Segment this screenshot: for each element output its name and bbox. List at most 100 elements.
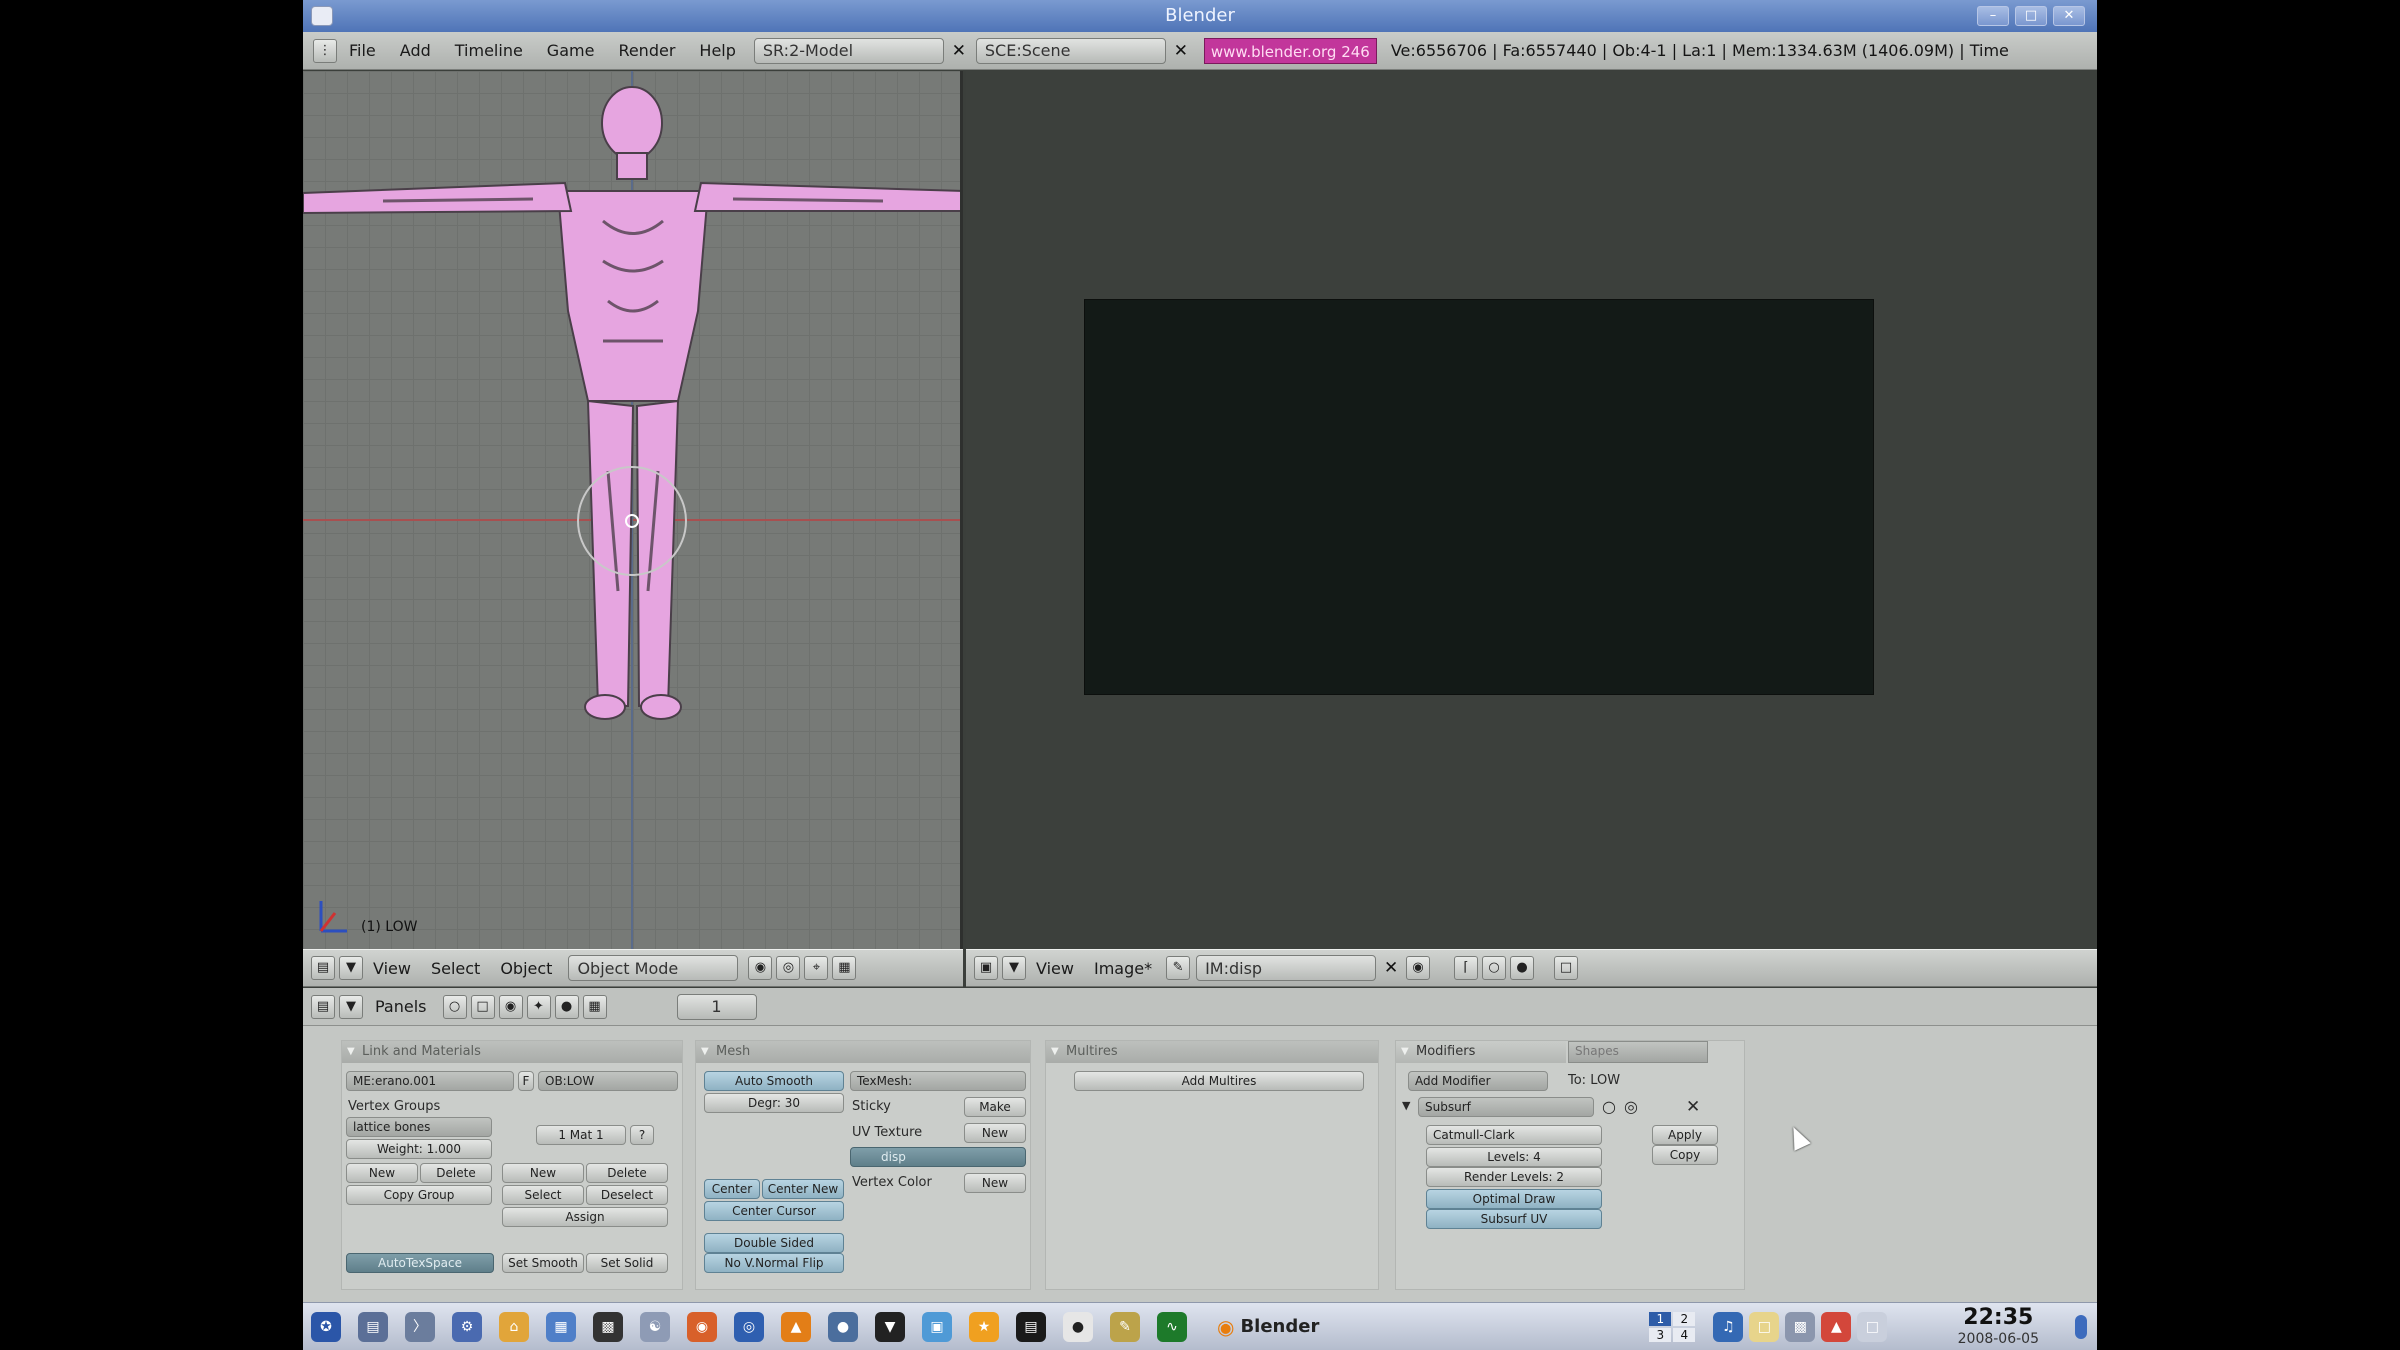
center-cursor-button[interactable]: Center Cursor (704, 1201, 844, 1221)
pin-icon[interactable]: ◉ (1406, 956, 1431, 980)
close-icon[interactable]: ✕ (948, 40, 970, 62)
set-smooth-button[interactable]: Set Smooth (502, 1253, 584, 1273)
levels-field[interactable]: Levels: 4 (1426, 1147, 1602, 1167)
close-icon[interactable]: ✕ (1170, 40, 1192, 62)
copy-group-button[interactable]: Copy Group (346, 1185, 492, 1205)
start-menu-icon[interactable]: ✪ (311, 1311, 341, 1342)
menu-help[interactable]: Help (687, 41, 747, 60)
workspace-2[interactable]: 2 (1673, 1311, 1696, 1326)
image-viewer-icon[interactable]: ▣ (922, 1311, 952, 1342)
vlc-icon[interactable]: ▲ (781, 1311, 811, 1342)
clipboard-icon[interactable]: □ (1749, 1311, 1780, 1342)
delete-material-button[interactable]: Delete (586, 1163, 668, 1183)
center-new-button[interactable]: Center New (762, 1179, 844, 1199)
material-query-button[interactable]: ? (630, 1125, 654, 1145)
editing-icon[interactable]: ● (554, 994, 579, 1019)
image-editor[interactable] (966, 71, 2097, 949)
network-icon[interactable]: ☯ (640, 1311, 670, 1342)
alpha-icon[interactable]: ○ (1482, 956, 1507, 980)
shading-icon[interactable]: ◉ (498, 994, 523, 1019)
pivot-icon[interactable]: ◎ (776, 956, 801, 980)
tab-shapes[interactable]: Shapes (1568, 1041, 1708, 1063)
modifier-name-field[interactable]: Subsurf (1418, 1097, 1594, 1117)
deselect-button[interactable]: Deselect (586, 1185, 668, 1205)
close-icon[interactable]: ✕ (2053, 6, 2085, 26)
bird-icon[interactable]: ▼ (875, 1311, 905, 1342)
new-material-button[interactable]: New (502, 1163, 584, 1183)
menu-render[interactable]: Render (606, 41, 687, 60)
subsurf-uv-toggle[interactable]: Subsurf UV (1426, 1209, 1602, 1229)
monitor-icon[interactable]: ▩ (593, 1311, 623, 1342)
mesh-name-field[interactable]: ME:erano.001 (346, 1071, 514, 1091)
menu-timeline[interactable]: Timeline (443, 41, 535, 60)
panel-title[interactable]: Multires (1046, 1041, 1378, 1063)
circle-icon[interactable]: ○ (1602, 1097, 1616, 1116)
add-modifier-menu[interactable]: Add Modifier (1408, 1071, 1548, 1091)
workspace-pager[interactable]: 1 2 3 4 (1649, 1311, 1696, 1342)
scene-selector[interactable]: SCE:Scene (975, 37, 1166, 64)
workspace-4[interactable]: 4 (1673, 1327, 1696, 1342)
scroll-handle-icon[interactable] (2075, 1315, 2087, 1339)
workspace-1[interactable]: 1 (1649, 1311, 1672, 1326)
mode-selector[interactable]: Object Mode (568, 955, 739, 981)
browser-icon[interactable]: ◎ (734, 1311, 764, 1342)
panel-title[interactable]: Link and Materials (342, 1041, 682, 1063)
app-icon[interactable]: ▤ (1016, 1311, 1046, 1342)
set-solid-button[interactable]: Set Solid (586, 1253, 668, 1273)
editor-type-icon[interactable]: ▤ (311, 994, 335, 1019)
settings-icon[interactable]: ⚙ (452, 1311, 482, 1342)
fake-user-button[interactable]: F (518, 1071, 534, 1091)
delete-group-button[interactable]: Delete (420, 1163, 492, 1183)
menu-view[interactable]: View (363, 959, 421, 978)
chevron-down-icon[interactable]: ▼ (339, 956, 363, 980)
layer-icon[interactable]: ▦ (832, 956, 857, 980)
object-name-field[interactable]: OB:LOW (538, 1071, 678, 1091)
chevron-down-icon[interactable]: ▼ (339, 994, 363, 1019)
degr-field[interactable]: Degr: 30 (704, 1093, 844, 1113)
minimize-icon[interactable]: – (1977, 6, 2009, 26)
copy-button[interactable]: Copy (1652, 1145, 1718, 1165)
no-vnormal-flip-toggle[interactable]: No V.Normal Flip (704, 1253, 844, 1273)
workspace-3[interactable]: 3 (1649, 1327, 1672, 1342)
center-button[interactable]: Center (704, 1179, 760, 1199)
show-desktop-icon[interactable]: ▤ (358, 1311, 388, 1342)
menu-select[interactable]: Select (421, 959, 490, 978)
script-icon[interactable]: □ (470, 994, 495, 1019)
frame-field[interactable]: 1 (676, 993, 757, 1020)
window-menu-icon[interactable] (311, 6, 333, 26)
uv-layer-field[interactable]: disp (850, 1147, 1026, 1167)
system-monitor-icon[interactable]: ∿ (1157, 1311, 1187, 1342)
add-multires-button[interactable]: Add Multires (1074, 1071, 1364, 1091)
sticky-make-button[interactable]: Make (964, 1097, 1026, 1117)
autotexspace-toggle[interactable]: AutoTexSpace (346, 1253, 494, 1273)
file-manager-icon[interactable]: ▦ (546, 1311, 576, 1342)
subdivision-type-select[interactable]: Catmull-Clark (1426, 1125, 1602, 1145)
terminal-icon[interactable]: 〉 (405, 1311, 435, 1342)
pen-icon[interactable]: ✎ (1110, 1311, 1140, 1342)
weight-field[interactable]: Weight: 1.000 (346, 1139, 492, 1159)
menu-view[interactable]: View (1026, 959, 1084, 978)
lock-icon[interactable]: □ (1554, 956, 1579, 980)
human-model[interactable] (303, 71, 963, 949)
media-icon[interactable]: ★ (969, 1311, 999, 1342)
penguin-icon[interactable]: ● (1063, 1311, 1093, 1342)
editor-type-icon[interactable]: ⋮ (313, 38, 337, 63)
vertex-color-new-button[interactable]: New (964, 1173, 1026, 1193)
taskbar-blender-entry[interactable]: ◉ Blender (1217, 1315, 1319, 1339)
vertex-group-selector[interactable]: lattice bones (346, 1117, 492, 1137)
update-alert-icon[interactable]: ▲ (1821, 1311, 1852, 1342)
menu-object[interactable]: Object (490, 959, 562, 978)
network-status-icon[interactable]: ▩ (1785, 1311, 1816, 1342)
tray-icon[interactable]: □ (1857, 1311, 1888, 1342)
auto-smooth-toggle[interactable]: Auto Smooth (704, 1071, 844, 1091)
clock[interactable]: 22:35 2008-06-05 (1958, 1305, 2039, 1347)
firefox-icon[interactable]: ◉ (687, 1311, 717, 1342)
home-folder-icon[interactable]: ⌂ (499, 1311, 529, 1342)
texmesh-field[interactable]: TexMesh: (850, 1071, 1026, 1091)
uv-new-button[interactable]: New (964, 1123, 1026, 1143)
draw-channel-icon[interactable]: ⌈ (1454, 956, 1479, 980)
screen-selector[interactable]: SR:2-Model (753, 37, 944, 64)
logic-icon[interactable]: ○ (442, 994, 467, 1019)
select-button[interactable]: Select (502, 1185, 584, 1205)
editor-type-icon[interactable]: ▣ (974, 956, 998, 980)
